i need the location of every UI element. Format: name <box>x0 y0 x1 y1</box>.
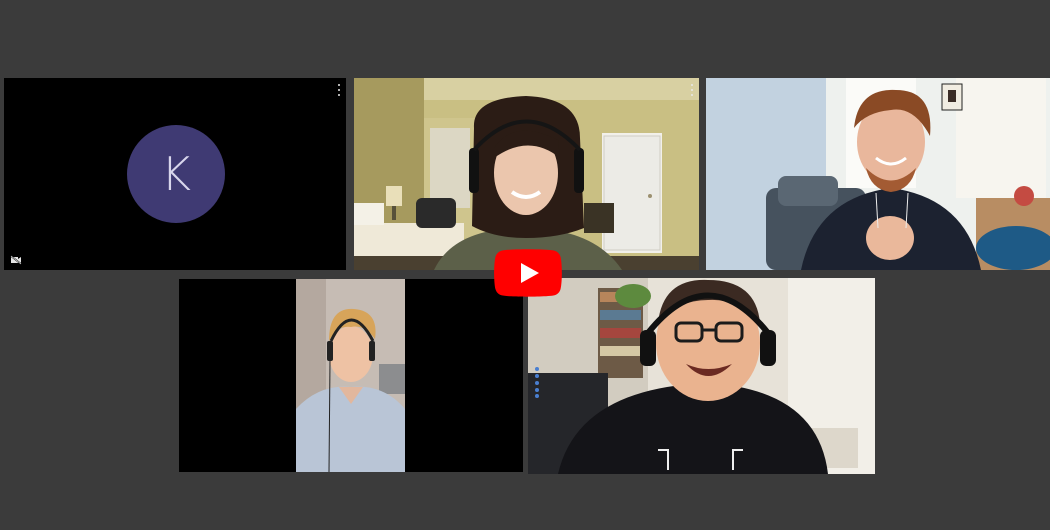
participant-avatar: K <box>127 125 225 223</box>
more-options-icon[interactable] <box>337 84 341 96</box>
play-button[interactable] <box>494 249 562 297</box>
participant-tile-k[interactable]: K <box>4 78 346 270</box>
participant-tile-3[interactable] <box>706 78 1050 270</box>
participant-video-5 <box>528 278 875 474</box>
participant-video-3 <box>706 78 1050 270</box>
more-options-icon[interactable] <box>690 84 694 96</box>
participant-tile-4[interactable] <box>179 279 523 472</box>
participant-video-2 <box>354 78 699 270</box>
participant-tile-2[interactable] <box>354 78 699 270</box>
participant-video-4 <box>179 279 523 472</box>
camera-off-icon <box>10 255 22 265</box>
participant-initial: K <box>160 147 192 201</box>
speaking-indicator-icon <box>535 367 539 398</box>
participant-tile-5-active-speaker[interactable] <box>528 278 875 474</box>
video-call-stage: K <box>0 0 1050 530</box>
